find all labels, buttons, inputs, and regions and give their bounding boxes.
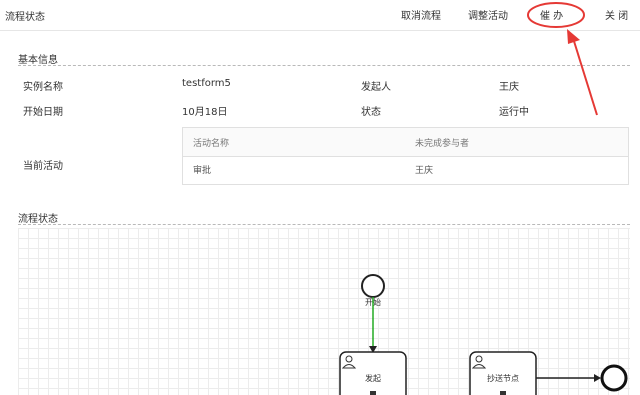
multi-instance-marker	[500, 391, 506, 395]
annotation-arrow-line	[572, 37, 598, 116]
task-initiate-label: 发起	[365, 373, 381, 383]
arrowhead	[594, 374, 601, 382]
multi-instance-marker	[370, 391, 376, 395]
process-diagram: 开始 发起 抄送节点	[339, 2, 628, 395]
start-event[interactable]	[361, 274, 385, 298]
end-event[interactable]	[600, 364, 628, 392]
annotation-arrowhead	[567, 29, 580, 44]
annotation-highlight-ellipse	[527, 2, 585, 28]
task-cc-node-label: 抄送节点	[487, 373, 519, 383]
